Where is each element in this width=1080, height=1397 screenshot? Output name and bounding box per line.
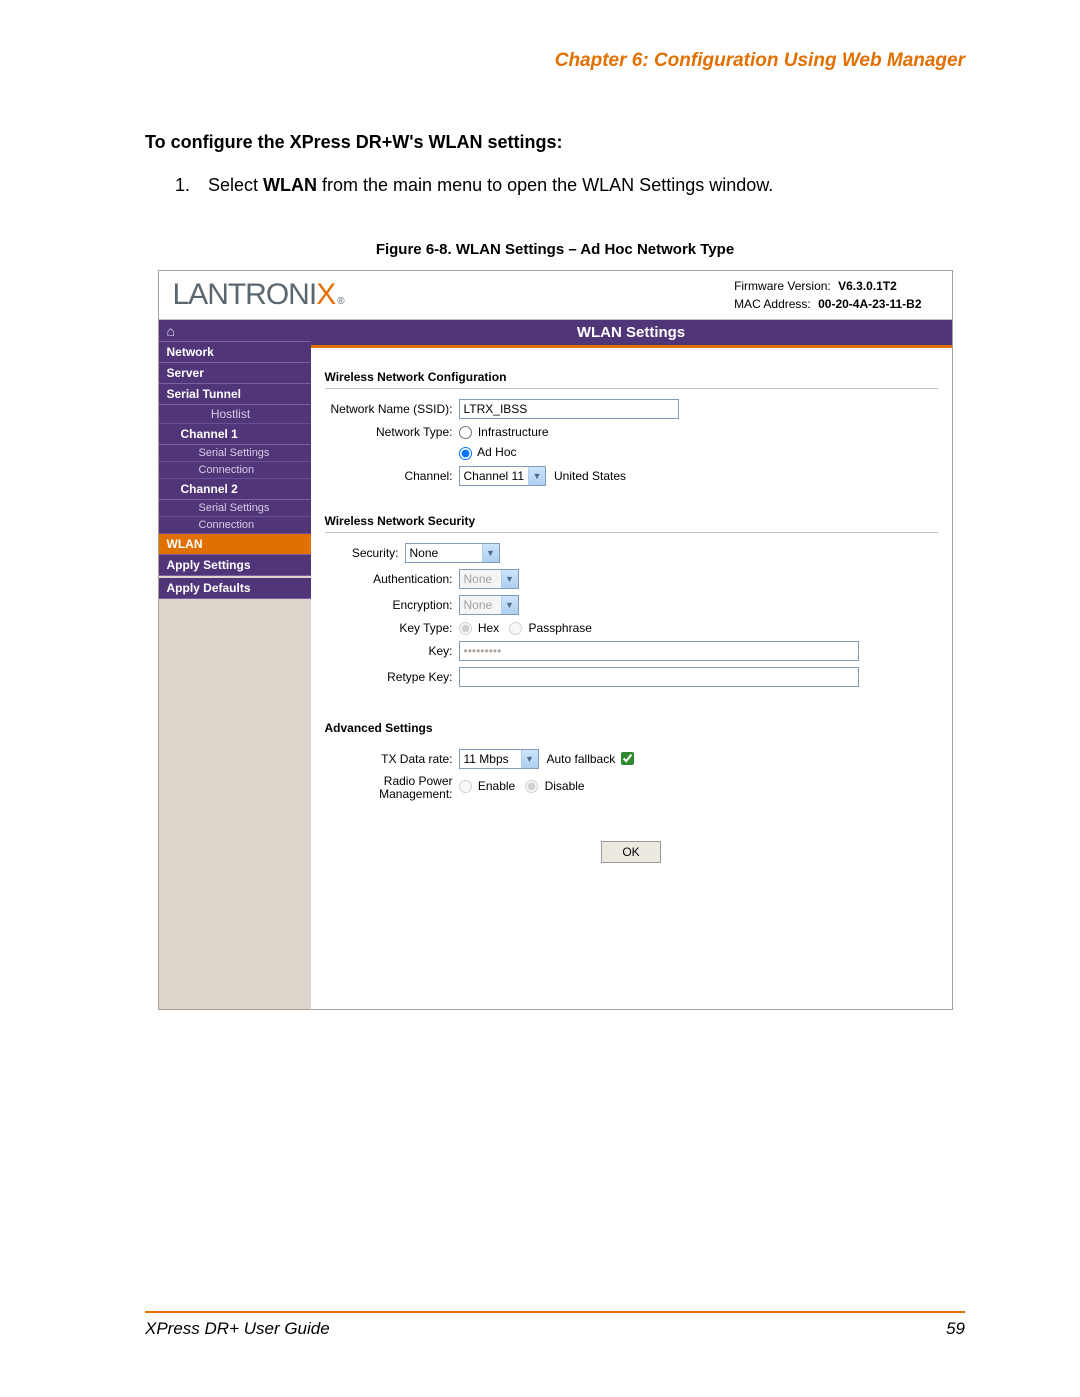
app-window: LANTRONIX® Firmware Version: V6.3.0.1T2 …: [158, 270, 953, 1010]
sidebar-item-hostlist[interactable]: Hostlist: [159, 405, 311, 424]
radiopm-enable-label: Enable: [478, 779, 515, 793]
logo-x: X: [316, 278, 335, 312]
mac-value: 00-20-4A-23-11-B2: [818, 297, 921, 311]
sidebar-item-apply-settings[interactable]: Apply Settings: [159, 555, 311, 576]
channel-value: Channel 11: [464, 469, 525, 483]
security-select[interactable]: None ▼: [405, 543, 500, 563]
step-text-pre: Select: [208, 175, 263, 195]
chapter-header: Chapter 6: Configuration Using Web Manag…: [145, 50, 965, 72]
txrate-select[interactable]: 11 Mbps ▼: [459, 749, 539, 769]
firmware-label: Firmware Version:: [734, 279, 831, 293]
chevron-down-icon: ▼: [528, 467, 545, 485]
step-text-bold: WLAN: [263, 175, 317, 195]
network-type-infrastructure-radio[interactable]: [459, 426, 472, 439]
group-advanced: Advanced Settings: [325, 713, 938, 739]
encryption-value: None: [464, 598, 493, 612]
sidebar: ⌂ Network Server Serial Tunnel Hostlist …: [159, 320, 311, 1009]
radiopm-label: Radio Power Management:: [325, 775, 459, 801]
chevron-down-icon: ▼: [521, 750, 538, 768]
step-text-post: from the main menu to open the WLAN Sett…: [317, 175, 773, 195]
sidebar-item-channel2[interactable]: Channel 2: [159, 479, 311, 500]
network-type-adhoc-radio[interactable]: [459, 447, 472, 460]
sidebar-item-channel1[interactable]: Channel 1: [159, 424, 311, 445]
ok-button[interactable]: OK: [601, 841, 660, 863]
txrate-value: 11 Mbps: [464, 752, 509, 766]
page-footer: XPress DR+ User Guide 59: [145, 1311, 965, 1339]
footer-doc-title: XPress DR+ User Guide: [145, 1319, 330, 1339]
autofallback-label: Auto fallback: [547, 752, 616, 766]
auth-value: None: [464, 572, 493, 586]
sidebar-item-c2-connection[interactable]: Connection: [159, 517, 311, 534]
keytype-passphrase-radio[interactable]: [509, 622, 522, 635]
sidebar-item-serial-tunnel[interactable]: Serial Tunnel: [159, 384, 311, 405]
security-value: None: [410, 546, 439, 560]
network-type-infrastructure-label: Infrastructure: [478, 425, 549, 439]
sidebar-item-c1-connection[interactable]: Connection: [159, 462, 311, 479]
encryption-select[interactable]: None ▼: [459, 595, 519, 615]
keytype-label: Key Type:: [325, 621, 459, 635]
step-number: 1.: [175, 175, 203, 196]
ssid-input[interactable]: [459, 399, 679, 419]
radiopm-disable-radio[interactable]: [525, 780, 538, 793]
sidebar-item-c1-serial[interactable]: Serial Settings: [159, 445, 311, 462]
authentication-select[interactable]: None ▼: [459, 569, 519, 589]
sidebar-item-server[interactable]: Server: [159, 363, 311, 384]
channel-select[interactable]: Channel 11 ▼: [459, 466, 547, 486]
logo-registered-icon: ®: [337, 296, 343, 307]
figure-caption: Figure 6-8. WLAN Settings – Ad Hoc Netwo…: [145, 241, 965, 258]
sidebar-item-network[interactable]: Network: [159, 342, 311, 363]
ssid-label: Network Name (SSID):: [325, 402, 459, 416]
keytype-hex-label: Hex: [478, 621, 499, 635]
sidebar-item-c2-serial[interactable]: Serial Settings: [159, 500, 311, 517]
app-header: LANTRONIX® Firmware Version: V6.3.0.1T2 …: [159, 271, 952, 320]
encryption-label: Encryption:: [325, 598, 459, 612]
sidebar-item-wlan[interactable]: WLAN: [159, 534, 311, 555]
panel-title: WLAN Settings: [311, 320, 952, 348]
logo-text: LANTRONI: [173, 278, 317, 312]
step-1: 1. Select WLAN from the main menu to ope…: [175, 175, 965, 196]
network-type-adhoc-label: Ad Hoc: [477, 445, 516, 459]
key-input[interactable]: [459, 641, 859, 661]
auth-label: Authentication:: [325, 572, 459, 586]
section-title: To configure the XPress DR+W's WLAN sett…: [145, 132, 965, 153]
key-label: Key:: [325, 644, 459, 658]
channel-country: United States: [554, 469, 626, 483]
main-panel: WLAN Settings Wireless Network Configura…: [311, 320, 952, 1009]
radiopm-enable-radio[interactable]: [459, 780, 472, 793]
home-icon: ⌂: [167, 324, 175, 338]
lantronix-logo: LANTRONIX®: [173, 278, 344, 312]
firmware-info: Firmware Version: V6.3.0.1T2 MAC Address…: [734, 277, 921, 313]
footer-page-number: 59: [946, 1319, 965, 1339]
txrate-label: TX Data rate:: [325, 752, 459, 766]
retype-key-input[interactable]: [459, 667, 859, 687]
firmware-value: V6.3.0.1T2: [838, 279, 897, 293]
chevron-down-icon: ▼: [501, 570, 518, 588]
radiopm-disable-label: Disable: [545, 779, 585, 793]
retype-key-label: Retype Key:: [325, 670, 459, 684]
chevron-down-icon: ▼: [482, 544, 499, 562]
network-type-label: Network Type:: [325, 425, 459, 439]
keytype-hex-radio[interactable]: [459, 622, 472, 635]
sidebar-home[interactable]: ⌂: [159, 320, 311, 342]
mac-label: MAC Address:: [734, 297, 811, 311]
autofallback-checkbox[interactable]: [621, 752, 634, 765]
group-wireless-security: Wireless Network Security: [325, 506, 938, 533]
sidebar-item-apply-defaults[interactable]: Apply Defaults: [159, 578, 311, 599]
chevron-down-icon: ▼: [501, 596, 518, 614]
channel-label: Channel:: [325, 469, 459, 483]
group-wireless-config: Wireless Network Configuration: [325, 362, 938, 389]
security-label: Security:: [325, 546, 405, 560]
keytype-passphrase-label: Passphrase: [529, 621, 592, 635]
